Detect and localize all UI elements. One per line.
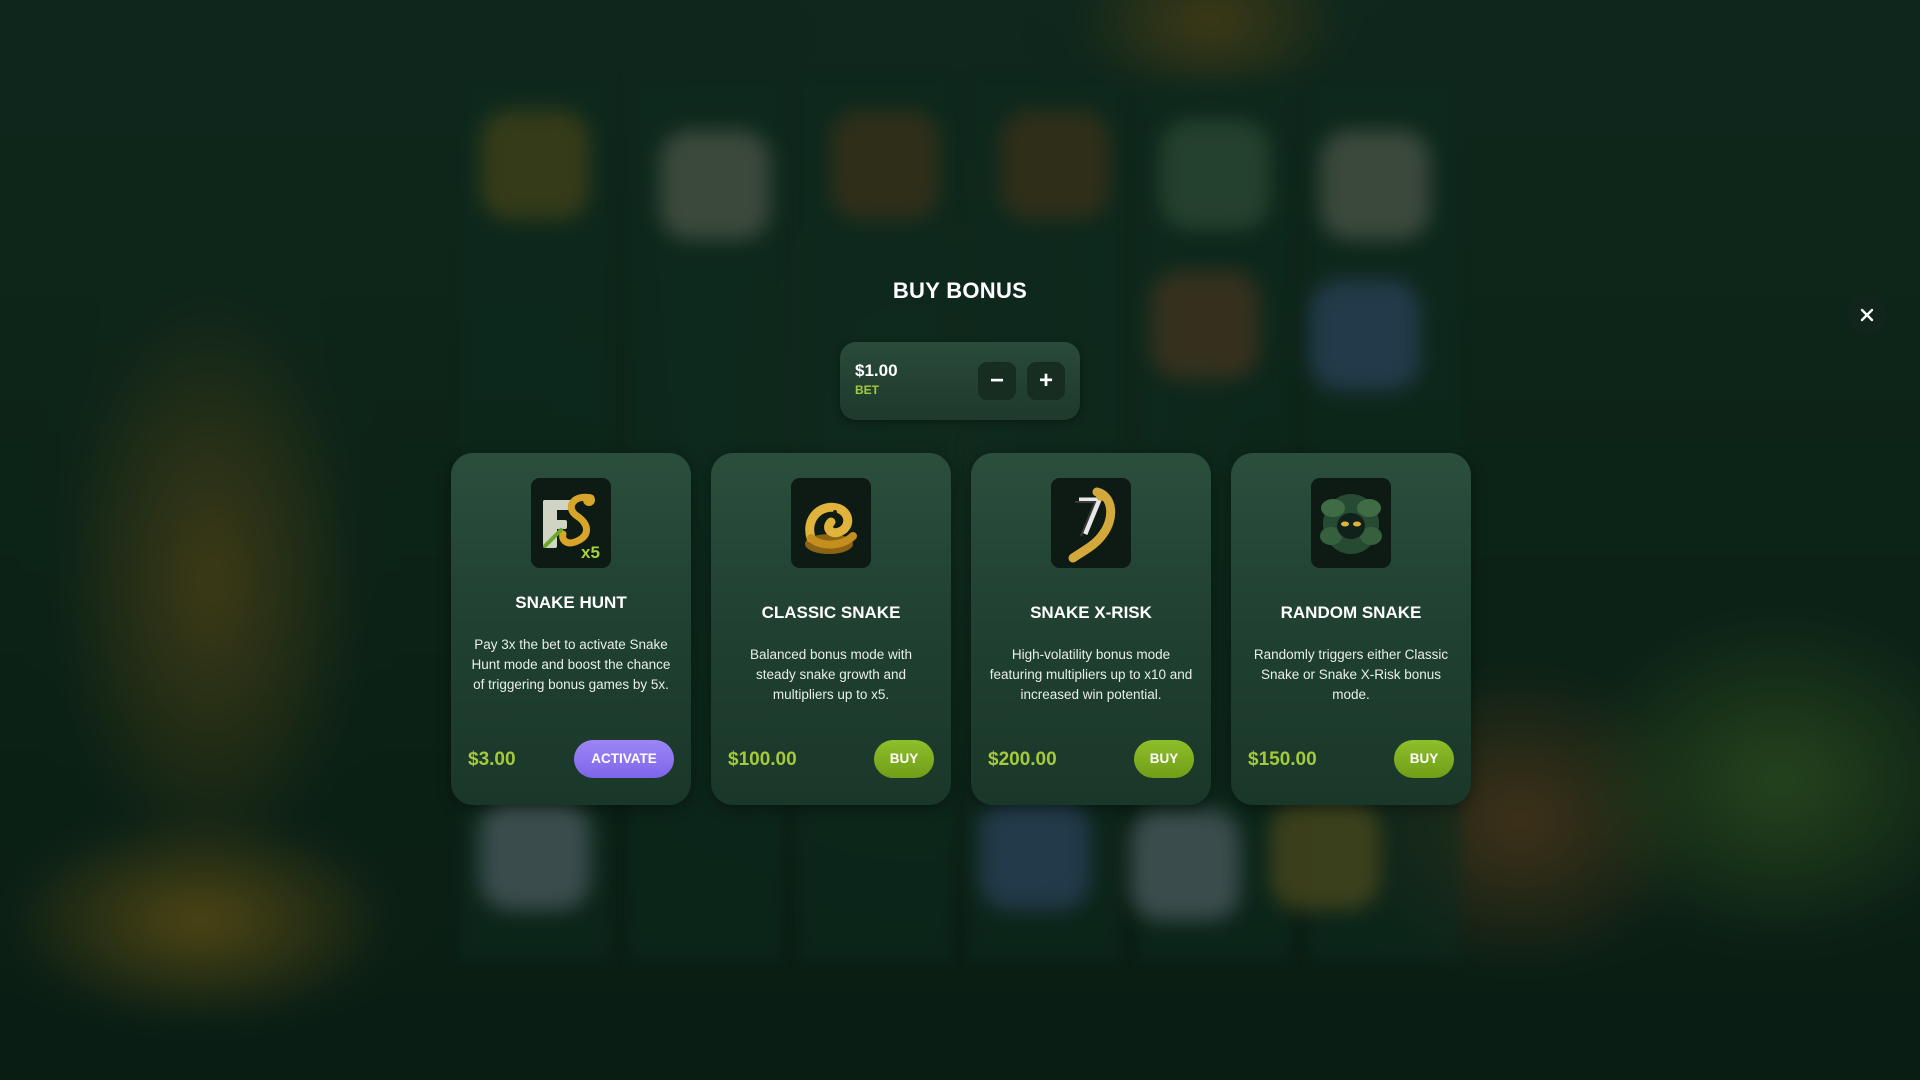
decrease-bet-button[interactable]: − bbox=[978, 362, 1016, 400]
snake-x-risk-icon bbox=[1051, 478, 1131, 568]
bonus-card-snake-hunt: x5 SNAKE HUNT Pay 3x the bet to activate… bbox=[451, 453, 691, 805]
card-price: $100.00 bbox=[728, 749, 797, 770]
card-title: SNAKE HUNT bbox=[515, 593, 627, 612]
card-price: $3.00 bbox=[468, 749, 516, 770]
golden-snake-icon bbox=[791, 478, 871, 568]
card-price: $200.00 bbox=[988, 749, 1057, 770]
jungle-mask-icon bbox=[1311, 478, 1391, 568]
card-description: Pay 3x the bet to activate Snake Hunt mo… bbox=[471, 637, 671, 692]
activate-button[interactable]: ACTIVATE bbox=[574, 740, 674, 778]
game-screen: BUY BONUS $1.00 BET − + x5 SNAKE HUNT Pa… bbox=[0, 0, 1920, 1080]
bet-selector: $1.00 BET − + bbox=[840, 342, 1080, 420]
increase-bet-button[interactable]: + bbox=[1027, 362, 1065, 400]
card-title: SNAKE X-RISK bbox=[1030, 603, 1152, 622]
close-button[interactable] bbox=[1847, 295, 1887, 335]
bonus-card-classic-snake: CLASSIC SNAKE Balanced bonus mode with s… bbox=[711, 453, 951, 805]
card-description: Balanced bonus mode with steady snake gr… bbox=[749, 647, 913, 702]
fs-snake-x5-icon: x5 bbox=[531, 478, 611, 568]
svg-text:x5: x5 bbox=[581, 543, 600, 562]
modal-overlay bbox=[0, 0, 1920, 1080]
bonus-card-snake-x-risk: SNAKE X-RISK High-volatility bonus mode … bbox=[971, 453, 1211, 805]
bet-value: $1.00 bbox=[855, 361, 898, 380]
card-description: High-volatility bonus mode featuring mul… bbox=[989, 647, 1193, 702]
card-price: $150.00 bbox=[1248, 749, 1317, 770]
card-description: Randomly triggers either Classic Snake o… bbox=[1253, 647, 1449, 702]
bet-label: BET bbox=[855, 383, 879, 397]
card-title: RANDOM SNAKE bbox=[1280, 603, 1422, 622]
buy-button[interactable]: BUY bbox=[1134, 740, 1194, 778]
card-title: CLASSIC SNAKE bbox=[761, 603, 901, 622]
modal-title: BUY BONUS bbox=[892, 278, 1028, 303]
buy-button[interactable]: BUY bbox=[1394, 740, 1454, 778]
bonus-card-random-snake: RANDOM SNAKE Randomly triggers either Cl… bbox=[1231, 453, 1471, 805]
close-icon bbox=[1860, 308, 1874, 322]
buy-button[interactable]: BUY bbox=[874, 740, 934, 778]
